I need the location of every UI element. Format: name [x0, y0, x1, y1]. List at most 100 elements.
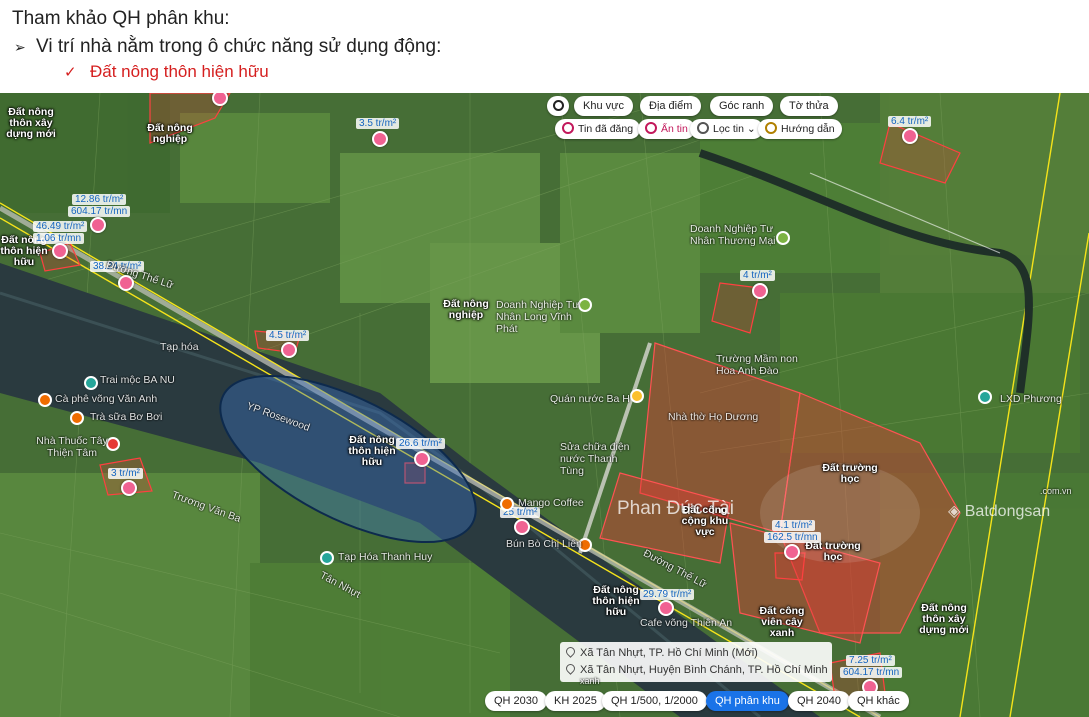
listing-pin[interactable]: [121, 480, 137, 496]
place-name: Doanh Nghiệp Tư Nhân Long Vĩnh Phát: [496, 299, 580, 335]
tab-qh-khac[interactable]: QH khác: [848, 691, 909, 711]
filter-label: Ẩn tin: [661, 123, 688, 135]
address-old: Xã Tân Nhựt, Huyện Bình Chánh, TP. Hồ Ch…: [564, 662, 828, 679]
cafe-icon[interactable]: [70, 411, 84, 425]
place-name: Sửa chữa điện nước Thanh Tùng: [560, 441, 630, 477]
watermark-author: Phan Đức Tài: [617, 498, 734, 519]
listing-pin[interactable]: [52, 243, 68, 259]
tab-qh-2040[interactable]: QH 2040: [788, 691, 851, 711]
filter-label: Tin đã đăng: [578, 123, 634, 135]
place-name: Bún Bò Chị Liên: [506, 538, 582, 550]
watermark-brand: ◈ Batdongsan: [948, 501, 1050, 521]
locate-button[interactable]: [547, 96, 569, 116]
diamond-icon: ◈: [948, 503, 965, 520]
filter-an-tin[interactable]: Ẩn tin: [638, 119, 695, 139]
filter-tin-da-dang[interactable]: Tin đã đăng: [555, 119, 641, 139]
poi-icon[interactable]: [978, 390, 992, 404]
place-name: Mango Coffee: [518, 497, 584, 509]
address-new: Xã Tân Nhựt, TP. Hồ Chí Minh (Mới): [564, 645, 826, 662]
place-name: Quán nước Ba H: [550, 393, 630, 405]
guide-icon: [765, 122, 777, 134]
listing-pin[interactable]: [902, 128, 918, 144]
place-name: Tạp hóa: [160, 341, 199, 353]
tab-qh-1-500[interactable]: QH 1/500, 1/2000: [602, 691, 707, 711]
zone-label: Đất nông thôn hiện hữu: [592, 584, 640, 618]
listing-pin[interactable]: [414, 451, 430, 467]
price-tag[interactable]: 26.6 tr/m²: [396, 438, 445, 449]
address-text: Xã Tân Nhựt, TP. Hồ Chí Minh (Mới): [580, 647, 758, 659]
zone-label: Đất nông nghiệp: [443, 298, 489, 321]
price-tag[interactable]: 3.5 tr/m²: [356, 118, 400, 129]
posted-icon: [562, 122, 574, 134]
price-tag[interactable]: 29.79 tr/m²: [640, 589, 695, 600]
filter-label: Lọc tin: [713, 123, 744, 135]
listing-pin[interactable]: [90, 217, 106, 233]
price-tag[interactable]: 3 tr/m²: [108, 468, 143, 479]
control-dia-diem[interactable]: Địa điểm: [640, 96, 702, 116]
zone-label: Đất trường học: [822, 462, 878, 485]
price-tag[interactable]: 12.86 tr/m²: [72, 194, 127, 205]
place-name: Doanh Nghiệp Tư Nhân Thương Mại: [690, 223, 776, 247]
place-name: Tạp Hóa Thanh Huy: [338, 551, 433, 563]
listing-pin[interactable]: [514, 519, 530, 535]
shop-icon[interactable]: [320, 551, 334, 565]
price-tag[interactable]: 7.25 tr/m²: [846, 655, 895, 666]
filter-huong-dan[interactable]: Hướng dẫn: [758, 119, 842, 139]
poi-icon[interactable]: [84, 376, 98, 390]
place-name: Nhà Thuốc Tây Thiện Tâm: [36, 435, 108, 459]
place-name: Trai mộc BA NU: [100, 374, 175, 386]
address-overflow: xanh: [580, 676, 600, 686]
zone-label: Đất nông thôn xây dựng mới: [6, 106, 56, 140]
listing-pin[interactable]: [281, 342, 297, 358]
drink-icon[interactable]: [630, 389, 644, 403]
doc-bullet: ➢ Vi trí nhà nằm trong ô chức năng sử dụn…: [14, 36, 441, 58]
check-icon: ✓: [64, 64, 77, 81]
zone-label: Đất trường học: [805, 540, 861, 563]
price-tag[interactable]: 162.5 tr/mn: [764, 532, 821, 543]
arrow-bullet-icon: ➢: [14, 39, 26, 55]
zone-label: Đất nông thôn xây dựng mới: [919, 602, 969, 636]
place-name: Trà sữa Bơ Bơi: [90, 411, 163, 423]
place-name: LXD Phương: [1000, 393, 1062, 405]
tab-kh-2025[interactable]: KH 2025: [545, 691, 606, 711]
place-name: Nhà thờ Họ Dương: [668, 411, 759, 423]
watermark-domain: .com.vn: [1040, 486, 1072, 496]
cafe-icon[interactable]: [38, 393, 52, 407]
target-icon: [552, 100, 564, 111]
price-tag[interactable]: 4.5 tr/m²: [266, 330, 310, 341]
price-tag[interactable]: 604.17 tr/mn: [840, 667, 903, 678]
control-goc-ranh[interactable]: Góc ranh: [710, 96, 774, 116]
place-name: Cà phê võng Văn Anh: [55, 393, 158, 405]
control-to-thua[interactable]: Tờ thửa: [780, 96, 838, 116]
zone-label: Đất nông thôn hiện hữu: [348, 434, 396, 468]
doc-subbullet-text: Đất nông thôn hiện hữu: [90, 62, 269, 81]
price-tag[interactable]: 4 tr/m²: [740, 270, 775, 281]
document-header: Tham khảo QH phân khu: ➢ Vi trí nhà nằm t…: [0, 0, 1089, 92]
listing-pin[interactable]: [752, 283, 768, 299]
location-pin-icon: [564, 662, 577, 675]
filter-loc-tin[interactable]: Lọc tin ⌄: [690, 119, 763, 139]
location-pin-icon: [564, 645, 577, 658]
map-view[interactable]: Khu vực Địa điểm Góc ranh Tờ thửa Tin đã…: [0, 93, 1089, 717]
zone-label: Đất nông nghiệp: [147, 122, 193, 145]
filter-label: Hướng dẫn: [781, 123, 835, 135]
doc-bullet-text: Vi trí nhà nằm trong ô chức năng sử dụng…: [36, 36, 442, 57]
tab-qh-2030[interactable]: QH 2030: [485, 691, 548, 711]
listing-pin[interactable]: [784, 544, 800, 560]
control-khu-vuc[interactable]: Khu vực: [574, 96, 633, 116]
address-text: Xã Tân Nhựt, Huyện Bình Chánh, TP. Hồ Ch…: [580, 664, 828, 676]
cafe-icon[interactable]: [500, 497, 514, 511]
hide-icon: [645, 122, 657, 134]
price-tag[interactable]: 6.4 tr/m²: [888, 116, 932, 127]
price-tag[interactable]: 4.1 tr/m²: [772, 520, 816, 531]
address-panel: Xã Tân Nhựt, TP. Hồ Chí Minh (Mới) Xã Tâ…: [560, 642, 832, 682]
price-tag[interactable]: 46.49 tr/m²: [33, 221, 88, 232]
doc-subbullet: ✓ Đất nông thôn hiện hữu: [64, 62, 269, 82]
place-name: Trường Mầm non Hoa Anh Đào: [716, 353, 798, 377]
zone-label: Đất công viên cây xanh: [759, 605, 805, 639]
place-name: Cafe võng Thiên An: [640, 617, 733, 629]
price-tag[interactable]: 604.17 tr/mn: [68, 206, 131, 217]
listing-pin[interactable]: [372, 131, 388, 147]
tab-qh-phan-khu[interactable]: QH phân khu: [706, 691, 789, 711]
listing-pin[interactable]: [658, 600, 674, 616]
